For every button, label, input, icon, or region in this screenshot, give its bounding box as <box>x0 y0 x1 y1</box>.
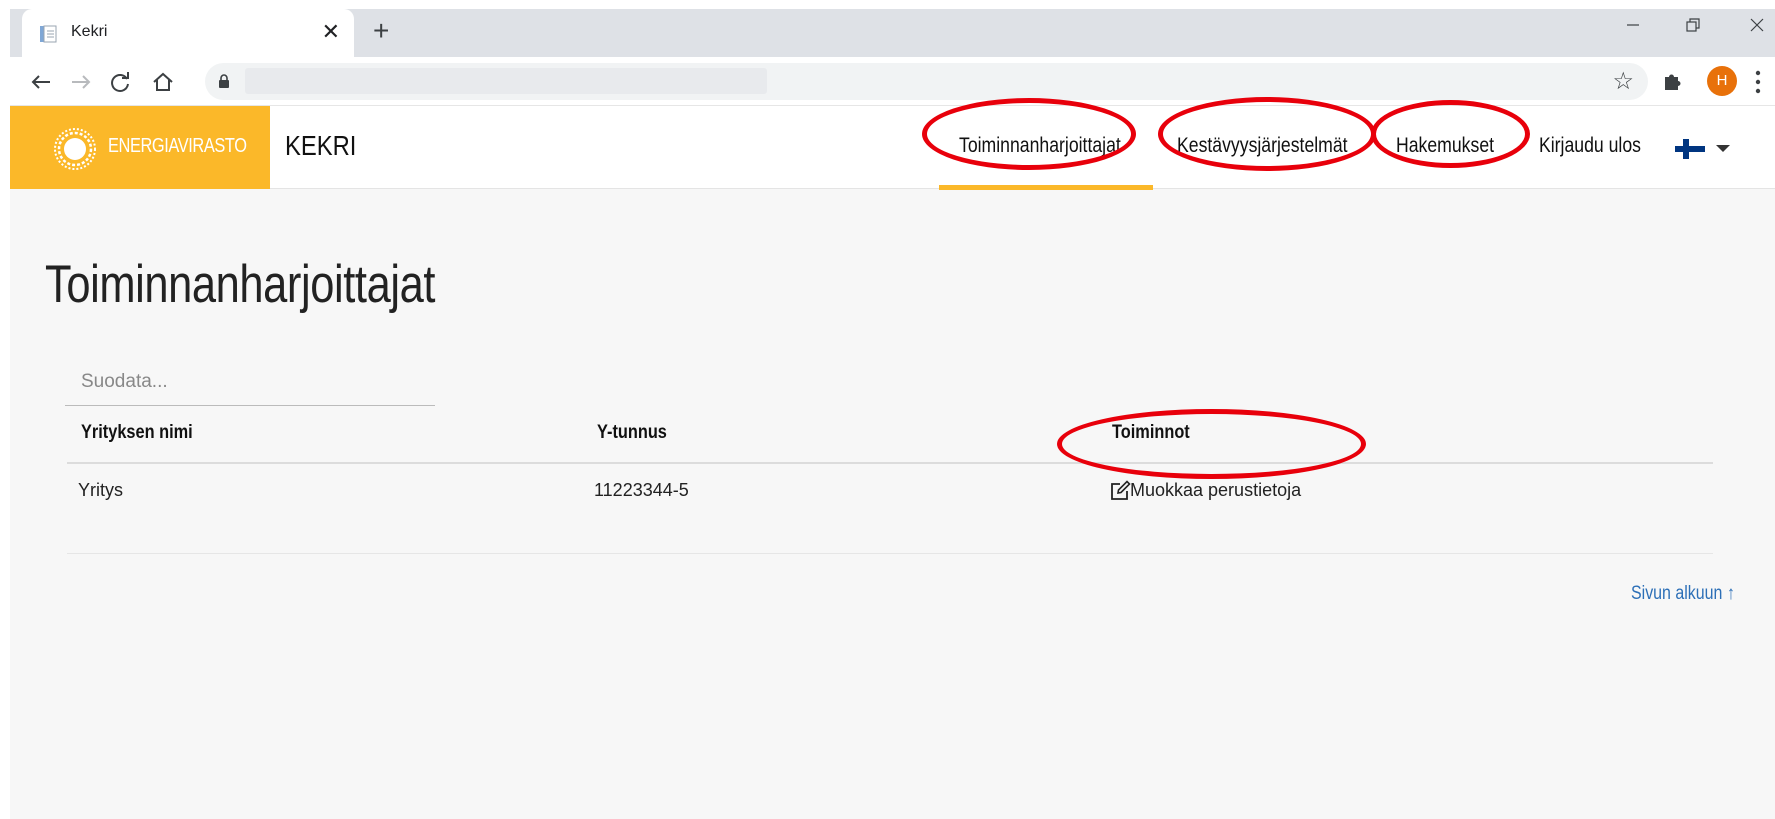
profile-avatar[interactable]: H <box>1707 66 1737 96</box>
restore-icon[interactable] <box>1673 12 1713 42</box>
active-nav-indicator <box>939 185 1153 190</box>
browser-toolbar: ☆ H <box>10 57 1775 106</box>
address-bar-url <box>245 68 767 94</box>
tab-close-icon[interactable]: ✕ <box>322 18 340 46</box>
minimize-icon[interactable] <box>1613 12 1653 42</box>
logo-text: ENERGIAVIRASTO <box>108 135 247 157</box>
edit-basic-info-link[interactable]: Muokkaa perustietoja <box>1130 480 1301 501</box>
reload-icon[interactable] <box>105 67 135 97</box>
extensions-puzzle-icon[interactable] <box>1661 69 1685 93</box>
page-icon <box>40 25 57 43</box>
logo[interactable]: ENERGIAVIRASTO <box>10 106 270 189</box>
page: ENERGIAVIRASTO KEKRI Toiminnanharjoittaj… <box>10 97 1775 819</box>
filter-input[interactable] <box>65 358 435 406</box>
more-menu-icon[interactable] <box>1755 69 1761 95</box>
close-window-icon[interactable] <box>1737 12 1775 42</box>
column-header-company-name[interactable]: Yrityksen nimi <box>81 422 193 444</box>
table-header-divider <box>67 462 1713 464</box>
finnish-flag-icon[interactable] <box>1675 139 1705 159</box>
tab-title: Kekri <box>71 23 108 40</box>
column-header-actions: Toiminnot <box>1112 422 1190 443</box>
language-dropdown-icon[interactable] <box>1716 145 1730 152</box>
forward-arrow-icon[interactable] <box>66 67 96 97</box>
browser-tab[interactable]: Kekri ✕ <box>22 9 354 57</box>
edit-icon[interactable] <box>1109 480 1131 502</box>
nav-logout[interactable]: Kirjaudu ulos <box>1539 134 1641 158</box>
column-header-business-id[interactable]: Y-tunnus <box>597 422 667 444</box>
back-to-top-link[interactable]: Sivun alkuun ↑ <box>1631 583 1735 605</box>
browser-tabstrip: Kekri ✕ + <box>0 0 1775 57</box>
home-icon[interactable] <box>148 67 178 97</box>
lock-icon <box>219 74 229 88</box>
business-id-cell: 11223344-5 <box>594 480 689 500</box>
app-name[interactable]: KEKRI <box>285 130 356 162</box>
nav-hakemukset[interactable]: Hakemukset <box>1396 134 1494 158</box>
new-tab-button[interactable]: + <box>373 15 389 47</box>
bookmark-star-icon[interactable]: ☆ <box>1612 67 1634 96</box>
table-row-divider <box>67 553 1713 554</box>
site-header: ENERGIAVIRASTO KEKRI Toiminnanharjoittaj… <box>10 106 1775 190</box>
address-bar[interactable]: ☆ <box>205 63 1648 100</box>
energiavirasto-logo-icon <box>54 128 96 170</box>
page-title: Toiminnanharjoittajat <box>45 255 435 314</box>
nav-kestavyysjarjestelmat[interactable]: Kestävyysjärjestelmät <box>1177 134 1348 158</box>
annotation-circle <box>1057 409 1366 479</box>
nav-toiminnanharjoittajat[interactable]: Toiminnanharjoittajat <box>959 134 1121 158</box>
back-arrow-icon[interactable] <box>26 67 56 97</box>
company-name-cell: Yritys <box>78 480 123 500</box>
